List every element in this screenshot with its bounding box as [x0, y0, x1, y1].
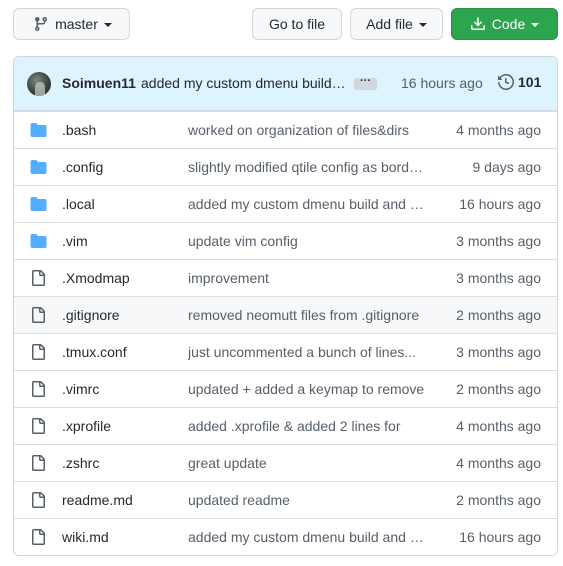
file-commit-age: 16 hours ago — [459, 529, 541, 545]
expand-commit-button[interactable]: ··· — [354, 76, 377, 90]
file-icon — [30, 270, 47, 286]
file-commit-age: 4 months ago — [456, 455, 541, 471]
file-commit-message-link[interactable]: great update — [188, 455, 426, 471]
file-row[interactable]: .tmux.conf just uncommented a bunch of li… — [14, 333, 557, 370]
download-icon — [470, 17, 485, 30]
file-commit-message-link[interactable]: just uncommented a bunch of lines... — [188, 344, 426, 360]
branch-label: master — [55, 16, 98, 32]
file-name-link[interactable]: .local — [62, 196, 95, 212]
file-name-link[interactable]: .bash — [62, 122, 96, 138]
file-row[interactable]: .zshrc great update 4 months ago — [14, 444, 557, 481]
file-commit-message-link[interactable]: updated readme — [188, 492, 426, 508]
file-icon — [30, 344, 47, 360]
file-row[interactable]: .config slightly modified qtile config as… — [14, 148, 557, 185]
file-icon — [30, 418, 47, 434]
file-commit-age: 3 months ago — [456, 344, 541, 360]
code-button[interactable]: Code — [451, 8, 558, 40]
file-name-link[interactable]: wiki.md — [62, 529, 109, 545]
folder-icon — [30, 122, 47, 138]
chevron-down-icon — [418, 22, 427, 27]
file-name-link[interactable]: .Xmodmap — [62, 270, 130, 286]
file-list: Soimuen11 added my custom dmenu build an… — [13, 56, 558, 556]
branch-select-button[interactable]: master — [13, 8, 130, 40]
file-icon — [30, 455, 47, 471]
file-commit-message-link[interactable]: slightly modified qtile config as border… — [188, 159, 426, 175]
file-row[interactable]: .xprofile added .xprofile & added 2 lines… — [14, 407, 557, 444]
latest-commit-bar: Soimuen11 added my custom dmenu build an… — [14, 57, 557, 111]
folder-icon — [30, 159, 47, 175]
file-commit-age: 2 months ago — [456, 492, 541, 508]
folder-icon — [30, 196, 47, 212]
repo-toolbar: master Go to file Add file Code — [13, 8, 558, 40]
file-row[interactable]: .vim update vim config 3 months ago — [14, 222, 557, 259]
file-icon — [30, 529, 47, 545]
file-commit-age: 9 days ago — [472, 159, 542, 175]
file-commit-age: 3 months ago — [456, 270, 541, 286]
file-commit-message-link[interactable]: added my custom dmenu build and updated — [188, 529, 426, 545]
history-icon — [498, 74, 514, 90]
file-name-link[interactable]: .tmux.conf — [62, 344, 127, 360]
file-commit-message-link[interactable]: added my custom dmenu build and updated — [188, 196, 426, 212]
file-name-link[interactable]: .vim — [62, 233, 88, 249]
file-commit-message-link[interactable]: added .xprofile & added 2 lines for — [188, 418, 426, 434]
file-commit-age: 4 months ago — [456, 122, 541, 138]
file-name-link[interactable]: .config — [62, 159, 103, 175]
add-file-label: Add file — [366, 16, 413, 32]
file-commit-message-link[interactable]: updated + added a keymap to remove — [188, 381, 426, 397]
commit-message[interactable]: added my custom dmenu build and updated … — [141, 75, 347, 91]
code-label: Code — [491, 16, 526, 32]
file-commit-age: 16 hours ago — [459, 196, 541, 212]
file-row[interactable]: .bash worked on organization of files&dir… — [14, 111, 557, 148]
file-name-link[interactable]: .xprofile — [62, 418, 111, 434]
file-commit-age: 4 months ago — [456, 418, 541, 434]
avatar[interactable] — [27, 72, 51, 96]
file-row[interactable]: .vimrc updated + added a keymap to remove… — [14, 370, 557, 407]
file-icon — [30, 381, 47, 397]
git-branch-icon — [35, 17, 48, 32]
file-row[interactable]: .gitignore removed neomutt files from .gi… — [14, 296, 557, 333]
file-commit-message-link[interactable]: improvement — [188, 270, 426, 286]
folder-icon — [30, 233, 47, 249]
file-commit-age: 2 months ago — [456, 381, 541, 397]
file-commit-age: 2 months ago — [456, 307, 541, 323]
file-commit-age: 3 months ago — [456, 233, 541, 249]
add-file-button[interactable]: Add file — [350, 8, 443, 40]
file-commit-message-link[interactable]: worked on organization of files&dirs — [188, 122, 426, 138]
file-icon — [30, 307, 47, 323]
commit-time[interactable]: 16 hours ago — [401, 75, 483, 91]
file-name-link[interactable]: readme.md — [62, 492, 133, 508]
chevron-down-icon — [531, 22, 540, 27]
file-name-link[interactable]: .vimrc — [62, 381, 99, 397]
file-row[interactable]: .local added my custom dmenu build and up… — [14, 185, 557, 222]
file-commit-message-link[interactable]: update vim config — [188, 233, 426, 249]
chevron-down-icon — [103, 22, 112, 27]
file-name-link[interactable]: .zshrc — [62, 455, 99, 471]
commit-history-link[interactable]: 101 — [498, 74, 541, 90]
file-row[interactable]: wiki.md added my custom dmenu build and u… — [14, 518, 557, 555]
commit-count: 101 — [518, 74, 542, 90]
file-row[interactable]: .Xmodmap improvement 3 months ago — [14, 259, 557, 296]
file-icon — [30, 492, 47, 508]
commit-author[interactable]: Soimuen11 — [62, 75, 136, 91]
file-name-link[interactable]: .gitignore — [62, 307, 120, 323]
file-commit-message-link[interactable]: removed neomutt files from .gitignore — [188, 307, 426, 323]
go-to-file-button[interactable]: Go to file — [252, 8, 342, 40]
file-row[interactable]: readme.md updated readme 2 months ago — [14, 481, 557, 518]
